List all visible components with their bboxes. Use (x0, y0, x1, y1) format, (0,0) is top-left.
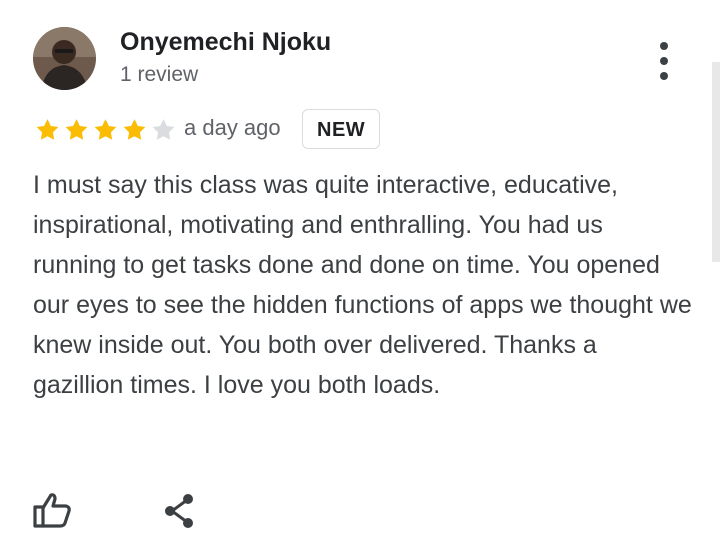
star-icon (36, 119, 59, 140)
star-icon (94, 119, 117, 140)
star-rating (34, 117, 177, 143)
like-button[interactable] (32, 490, 74, 530)
more-options-button[interactable] (646, 38, 682, 84)
star-icon (123, 119, 146, 140)
share-button[interactable] (160, 490, 200, 530)
thumbs-up-icon (33, 493, 71, 528)
more-vert-icon (660, 42, 668, 50)
review-count: 1 review (120, 63, 199, 86)
star-outline-icon (152, 119, 175, 140)
review-text: I must say this class was quite interact… (33, 171, 692, 399)
star-icon (65, 119, 88, 140)
new-badge: NEW (302, 109, 381, 149)
review-timestamp: a day ago (184, 115, 281, 140)
share-icon (165, 494, 193, 528)
scrollbar[interactable] (712, 62, 720, 262)
author-name[interactable]: Onyemechi Njoku (120, 28, 331, 57)
avatar[interactable] (33, 27, 96, 90)
